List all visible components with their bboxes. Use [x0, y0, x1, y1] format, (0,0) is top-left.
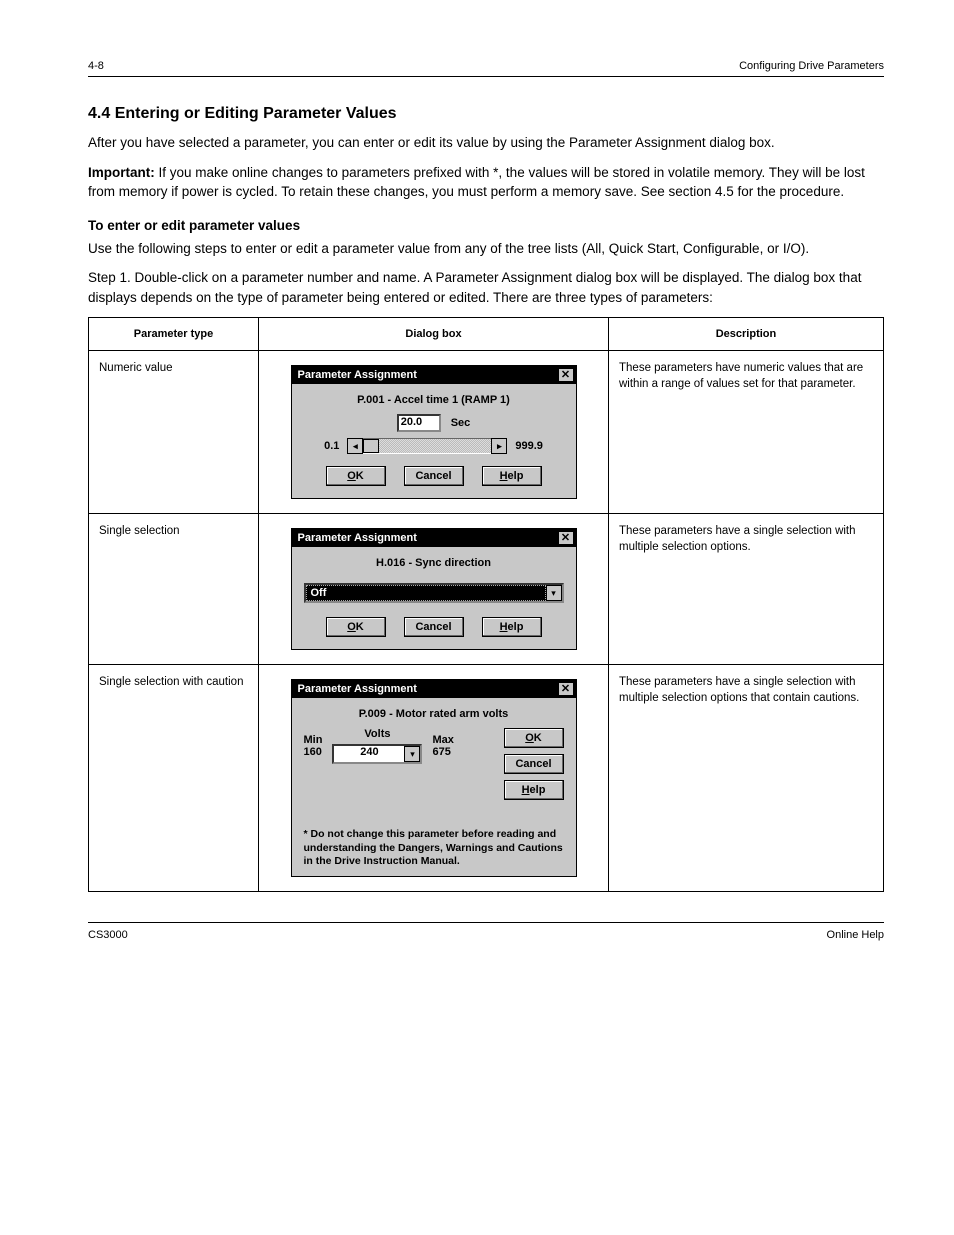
param-type-table: Parameter type Dialog box Description Nu…	[88, 317, 884, 891]
ok-button[interactable]: OK	[326, 466, 386, 486]
slider-thumb[interactable]	[363, 439, 379, 453]
row3-desc: These parameters have a single selection…	[609, 665, 884, 891]
close-icon[interactable]: ✕	[558, 368, 574, 382]
slider-track[interactable]	[363, 438, 491, 454]
row1-dialog-cell: Parameter Assignment ✕ P.001 - Accel tim…	[259, 351, 609, 514]
row1-desc: These parameters have numeric values tha…	[609, 351, 884, 514]
step-1: Step 1. Double-click on a parameter numb…	[88, 268, 884, 307]
row2-desc: These parameters have a single selection…	[609, 514, 884, 665]
max-val: 675	[432, 746, 453, 758]
row1-type: Numeric value	[89, 351, 259, 514]
help-button[interactable]: Help	[482, 617, 542, 637]
page-section: Configuring Drive Parameters	[739, 60, 884, 72]
volts-select[interactable]: 240 ▾	[332, 744, 422, 764]
footer-left: CS3000	[88, 929, 128, 941]
dialog-caution: Parameter Assignment ✕ P.009 - Motor rat…	[291, 679, 577, 876]
row2-type: Single selection	[89, 514, 259, 665]
close-icon[interactable]: ✕	[558, 682, 574, 696]
th-desc: Description	[609, 318, 884, 351]
help-button[interactable]: Help	[504, 780, 564, 800]
close-icon[interactable]: ✕	[558, 531, 574, 545]
value-input[interactable]: 20.0	[397, 414, 441, 432]
cancel-button[interactable]: Cancel	[504, 754, 564, 774]
intro-p2: Important: If you make online changes to…	[88, 163, 884, 202]
arrow-left-icon[interactable]: ◂	[347, 438, 363, 454]
header-rule	[88, 76, 884, 77]
th-dialog: Dialog box	[259, 318, 609, 351]
combo-select[interactable]: Off ▾	[304, 583, 564, 603]
row3-type: Single selection with caution	[89, 665, 259, 891]
table-row: Numeric value Parameter Assignment ✕ P.0…	[89, 351, 884, 514]
dlg3-param: P.009 - Motor rated arm volts	[304, 708, 564, 720]
unit-label: Sec	[451, 417, 471, 429]
section-title: 4.4 Entering or Editing Parameter Values	[88, 105, 884, 123]
intro-p2-text: If you make online changes to parameters…	[88, 165, 865, 200]
ok-button[interactable]: OK	[326, 617, 386, 637]
min-val: 160	[304, 746, 323, 758]
table-row: Single selection Parameter Assignment ✕ …	[89, 514, 884, 665]
table-row: Single selection with caution Parameter …	[89, 665, 884, 891]
max-head: Max	[432, 734, 453, 746]
dlg2-param: H.016 - Sync direction	[302, 557, 566, 569]
cancel-button[interactable]: Cancel	[404, 466, 464, 486]
dlg1-param: P.001 - Accel time 1 (RAMP 1)	[302, 394, 566, 406]
footer-rule	[88, 922, 884, 923]
dialog-single: Parameter Assignment ✕ H.016 - Sync dire…	[291, 528, 577, 650]
row2-dialog-cell: Parameter Assignment ✕ H.016 - Sync dire…	[259, 514, 609, 665]
max-label: 999.9	[515, 440, 543, 452]
volts-value: 240	[334, 746, 404, 762]
chevron-down-icon[interactable]: ▾	[546, 585, 562, 601]
th-type: Parameter type	[89, 318, 259, 351]
min-label: 0.1	[324, 440, 339, 452]
dlg3-title: Parameter Assignment	[298, 683, 417, 695]
help-button[interactable]: Help	[482, 466, 542, 486]
footer-right: Online Help	[827, 929, 884, 941]
dlg1-title: Parameter Assignment	[298, 369, 417, 381]
dlg2-title: Parameter Assignment	[298, 532, 417, 544]
combo-value: Off	[306, 585, 546, 601]
row3-dialog-cell: Parameter Assignment ✕ P.009 - Motor rat…	[259, 665, 609, 891]
steps-intro: Use the following steps to enter or edit…	[88, 239, 884, 259]
cancel-button[interactable]: Cancel	[404, 617, 464, 637]
intro-p1: After you have selected a parameter, you…	[88, 133, 884, 153]
important-label: Important:	[88, 165, 155, 180]
volts-label: Volts	[332, 728, 422, 740]
subhead: To enter or edit parameter values	[88, 218, 884, 233]
slider[interactable]: ◂ ▸	[347, 438, 507, 454]
arrow-right-icon[interactable]: ▸	[491, 438, 507, 454]
chevron-down-icon[interactable]: ▾	[404, 746, 420, 762]
dialog-numeric: Parameter Assignment ✕ P.001 - Accel tim…	[291, 365, 577, 499]
min-head: Min	[304, 734, 323, 746]
caution-text: * Do not change this parameter before re…	[304, 828, 564, 867]
ok-button[interactable]: OK	[504, 728, 564, 748]
page-number: 4-8	[88, 60, 104, 72]
